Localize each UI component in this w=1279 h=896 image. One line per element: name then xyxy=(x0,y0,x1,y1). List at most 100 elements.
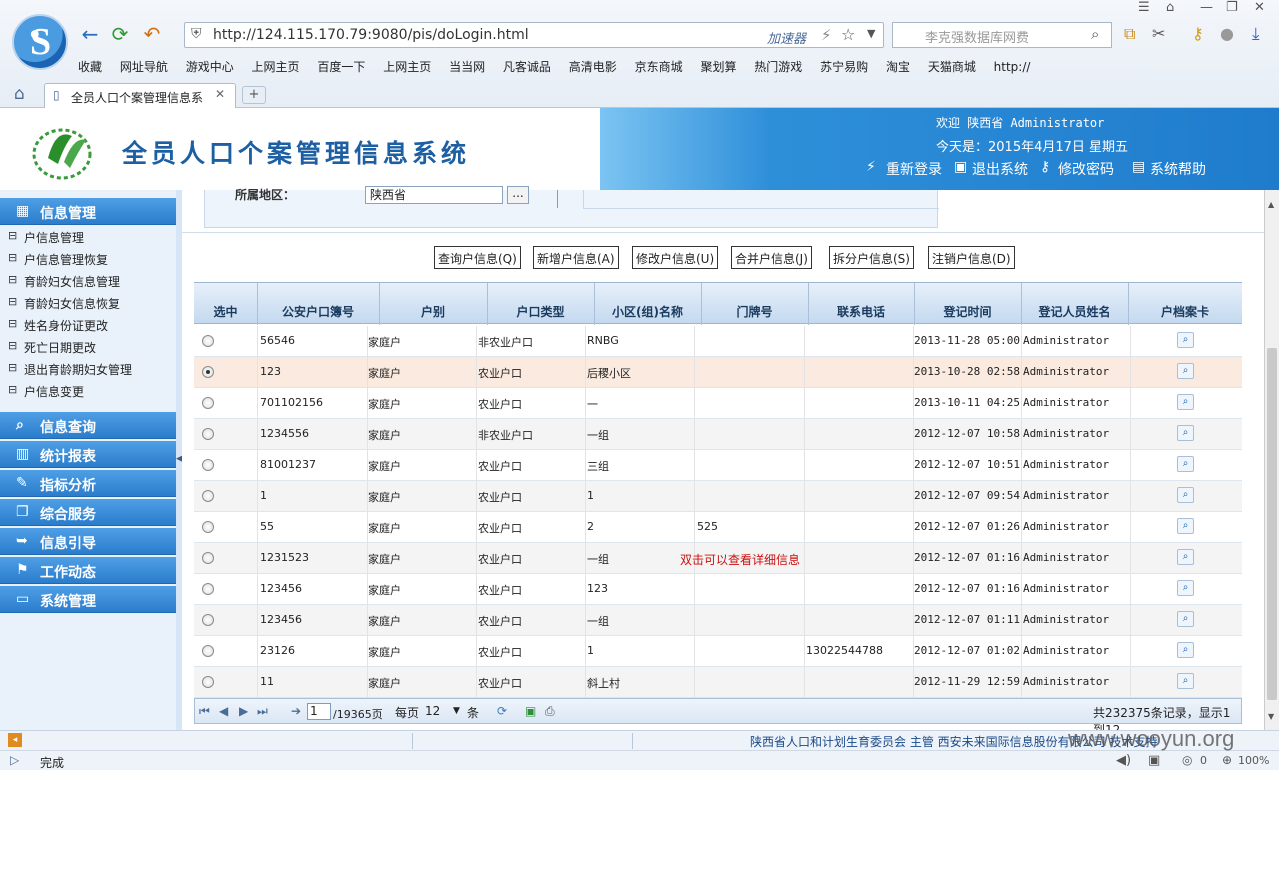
page-input[interactable]: 1 xyxy=(307,703,331,720)
menu-indicator-analysis[interactable]: ✎ 指标分析 xyxy=(0,470,176,497)
row-radio[interactable] xyxy=(202,366,214,378)
download-icon[interactable]: ⤓ xyxy=(1252,24,1260,44)
accelerator-label[interactable]: 加速器 xyxy=(767,28,806,47)
col-registrar[interactable]: 登记人员姓名 xyxy=(1021,303,1128,320)
table-row[interactable]: 123 家庭户 农业户口 后稷小区 2013-10-28 02:58:0Administ… xyxy=(194,357,1242,388)
menu-system-management[interactable]: ▭ 系统管理 xyxy=(0,586,176,613)
warning-icon[interactable]: ◂ xyxy=(8,733,22,747)
bolt-icon[interactable]: ⚡ xyxy=(821,26,832,44)
table-row[interactable]: 123456 家庭户 农业户口 一组 2012-12-07 01:11:3Adminis… xyxy=(194,605,1242,636)
change-password-link[interactable]: 修改密码 xyxy=(1058,159,1114,179)
address-bar[interactable]: ⛨ http://124.115.170.79:9080/pis/doLogin… xyxy=(184,22,884,48)
scroll-down-icon[interactable]: ▼ xyxy=(1268,712,1274,721)
file-card-magnifier-icon[interactable]: ⌕ xyxy=(1177,425,1194,441)
tab-active[interactable]: ▯ 全员人口个案管理信息系 ✕ xyxy=(44,83,236,108)
col-reg-time[interactable]: 登记时间 xyxy=(914,303,1021,320)
file-card-magnifier-icon[interactable]: ⌕ xyxy=(1177,332,1194,348)
shield-status-icon[interactable]: ◎ xyxy=(1182,753,1192,767)
next-page-icon[interactable]: ▶ xyxy=(239,704,248,718)
row-radio[interactable] xyxy=(202,676,214,688)
scroll-thumb[interactable] xyxy=(1267,348,1277,700)
file-card-magnifier-icon[interactable]: ⌕ xyxy=(1177,518,1194,534)
dropdown-icon[interactable]: ▼ xyxy=(867,27,875,40)
file-card-magnifier-icon[interactable]: ⌕ xyxy=(1177,673,1194,689)
briefcase-icon[interactable]: ▣ xyxy=(1148,753,1160,768)
sidebar-item[interactable]: 户信息管理恢复 xyxy=(0,248,176,270)
sidebar-item[interactable]: 育龄妇女信息恢复 xyxy=(0,292,176,314)
table-row[interactable]: 1 家庭户 农业户口 1 2012-12-07 09:54:1Administrator… xyxy=(194,481,1242,512)
row-radio[interactable] xyxy=(202,459,214,471)
scroll-up-icon[interactable]: ▲ xyxy=(1268,200,1274,209)
sidebar-item[interactable]: 姓名身份证更改 xyxy=(0,314,176,336)
table-row[interactable]: 1231523 家庭户 农业户口 一组 2012-12-07 01:16:2Admini… xyxy=(194,543,1242,574)
search-box[interactable]: 李克强数据库网费 ⌕ xyxy=(892,22,1112,48)
bookmark-item[interactable]: http:// xyxy=(994,60,1031,74)
split-household-button[interactable]: 拆分户信息(S) xyxy=(829,246,914,269)
table-row[interactable]: 56546 家庭户 非农业户口 RNBG 2013-11-28 05:00:4Admin… xyxy=(194,326,1242,357)
per-page-dropdown-icon[interactable]: ▼ xyxy=(453,706,460,716)
skin-icon[interactable]: ⌂ xyxy=(1166,0,1174,15)
menu-work-news[interactable]: ⚑ 工作动态 xyxy=(0,557,176,584)
new-tab-button[interactable]: + xyxy=(242,86,266,104)
chat-icon[interactable]: ● xyxy=(1220,24,1234,43)
row-radio[interactable] xyxy=(202,583,214,595)
bookmark-item[interactable]: 上网主页 xyxy=(383,58,431,75)
refresh-icon[interactable]: ⟳ xyxy=(108,22,132,46)
row-radio[interactable] xyxy=(202,645,214,657)
col-community[interactable]: 小区(组)名称 xyxy=(594,303,701,320)
add-household-button[interactable]: 新增户信息(A) xyxy=(533,246,619,269)
region-picker-button[interactable]: ... xyxy=(507,186,529,204)
help-link[interactable]: 系统帮助 xyxy=(1150,159,1206,179)
bookmark-item[interactable]: 热门游戏 xyxy=(754,58,802,75)
file-card-magnifier-icon[interactable]: ⌕ xyxy=(1177,394,1194,410)
query-household-button[interactable]: 查询户信息(Q) xyxy=(434,246,521,269)
bookmark-item[interactable]: 上网主页 xyxy=(252,58,300,75)
prev-page-icon[interactable]: ◀ xyxy=(219,704,228,718)
restore-icon[interactable]: ❐ xyxy=(1226,0,1238,15)
bookmark-item[interactable]: 淘宝 xyxy=(886,58,910,75)
table-row[interactable]: 81001237 家庭户 农业户口 三组 2012-12-07 10:51:5Admin… xyxy=(194,450,1242,481)
col-phone[interactable]: 联系电话 xyxy=(808,303,914,320)
menu-statistics[interactable]: ▥ 统计报表 xyxy=(0,441,176,468)
row-radio[interactable] xyxy=(202,614,214,626)
col-booklet-no[interactable]: 公安户口簿号 xyxy=(257,303,379,320)
table-row[interactable]: 701102156 家庭户 农业户口 一 2013-10-11 04:25:1Admin… xyxy=(194,388,1242,419)
per-page-select[interactable]: 12 xyxy=(425,704,440,718)
table-row[interactable]: 123456 家庭户 农业户口 123 2012-12-07 01:16:0Admini… xyxy=(194,574,1242,605)
merge-household-button[interactable]: 合并户信息(J) xyxy=(731,246,812,269)
bookmark-item[interactable]: 收藏 xyxy=(78,58,102,75)
bookmark-item[interactable]: 凡客诚品 xyxy=(503,58,551,75)
home-icon[interactable]: ⌂ xyxy=(14,84,25,104)
menu-info-guide[interactable]: ➥ 信息引导 xyxy=(0,528,176,555)
scissors-icon[interactable]: ✂ xyxy=(1152,24,1165,43)
menu-info-management[interactable]: ▦ 信息管理 xyxy=(0,198,176,225)
bookmark-item[interactable]: 游戏中心 xyxy=(186,58,234,75)
star-icon[interactable]: ☆ xyxy=(841,25,855,44)
bookmark-item[interactable]: 天猫商城 xyxy=(928,58,976,75)
row-radio[interactable] xyxy=(202,490,214,502)
row-radio[interactable] xyxy=(202,335,214,347)
row-radio[interactable] xyxy=(202,521,214,533)
first-page-icon[interactable]: ⏮ xyxy=(199,704,210,719)
bookmark-item[interactable]: 京东商城 xyxy=(635,58,683,75)
relogin-link[interactable]: 重新登录 xyxy=(886,159,942,179)
menu-icon[interactable]: ☰ xyxy=(1138,0,1150,15)
file-card-magnifier-icon[interactable]: ⌕ xyxy=(1177,487,1194,503)
play-icon[interactable]: ▷ xyxy=(10,753,19,767)
sidebar-item[interactable]: 户信息管理 xyxy=(0,226,176,248)
back-icon[interactable]: ← xyxy=(78,22,102,46)
zoom-icon[interactable]: ⊕ xyxy=(1222,753,1232,767)
file-card-magnifier-icon[interactable]: ⌕ xyxy=(1177,611,1194,627)
sidebar-item[interactable]: 户信息变更 xyxy=(0,380,176,402)
speaker-icon[interactable]: ◀) xyxy=(1116,753,1131,768)
col-door-no[interactable]: 门牌号 xyxy=(701,303,808,320)
print-icon[interactable]: ⎙ xyxy=(545,704,555,719)
sidebar-item[interactable]: 死亡日期更改 xyxy=(0,336,176,358)
bookmark-item[interactable]: 网址导航 xyxy=(120,58,168,75)
table-row[interactable]: 23126 家庭户 农业户口 1 13022544788 2012-12-07 01:02… xyxy=(194,636,1242,667)
col-household-kind[interactable]: 户别 xyxy=(379,303,487,320)
file-card-magnifier-icon[interactable]: ⌕ xyxy=(1177,549,1194,565)
undo-icon[interactable]: ↶ xyxy=(140,22,164,46)
extension-icon[interactable]: ⧉ xyxy=(1124,24,1135,44)
menu-info-query[interactable]: ⌕ 信息查询 xyxy=(0,412,176,439)
